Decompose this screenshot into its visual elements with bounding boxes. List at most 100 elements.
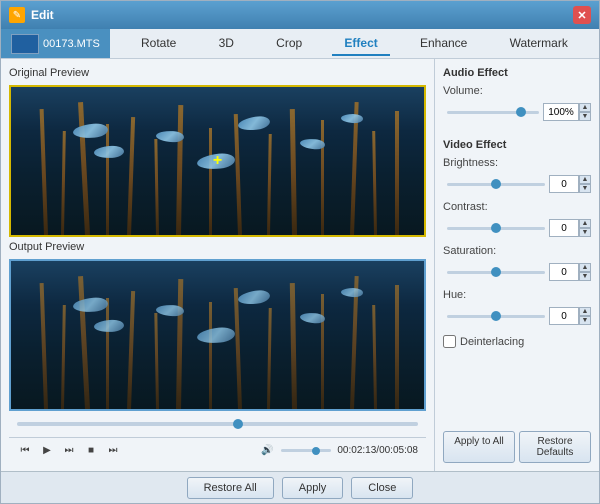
contrast-slider-thumb[interactable] bbox=[491, 223, 501, 233]
title-bar-left: ✎ Edit bbox=[9, 7, 54, 23]
right-bottom-buttons: Apply to All Restore Defaults bbox=[443, 423, 591, 463]
saturation-row: Saturation: bbox=[443, 245, 591, 257]
contrast-row: Contrast: bbox=[443, 201, 591, 213]
contrast-input-spin: ▲ ▼ bbox=[549, 219, 591, 237]
saturation-label: Saturation: bbox=[443, 245, 501, 257]
controls-bar: ⏮ ▶ ⏭ ■ ⏭ 🔊 00:02:13/00:05:08 bbox=[9, 437, 426, 463]
hue-slider-container: ▲ ▼ bbox=[443, 307, 591, 325]
contrast-spin-down[interactable]: ▼ bbox=[579, 228, 591, 237]
audio-effect-title: Audio Effect bbox=[443, 67, 591, 79]
volume-icon: 🔊 bbox=[259, 443, 275, 459]
hue-row: Hue: bbox=[443, 289, 591, 301]
saturation-input-spin: ▲ ▼ bbox=[549, 263, 591, 281]
go-start-button[interactable]: ⏮ bbox=[17, 443, 33, 459]
file-item: 00173.MTS bbox=[1, 29, 110, 58]
volume-thumb[interactable] bbox=[312, 447, 320, 455]
video-effect-title: Video Effect bbox=[443, 139, 591, 151]
go-end-button[interactable]: ⏭ bbox=[105, 443, 121, 459]
original-preview-label: Original Preview bbox=[9, 67, 426, 79]
contrast-slider[interactable] bbox=[447, 227, 545, 230]
restore-all-button[interactable]: Restore All bbox=[187, 477, 274, 499]
volume-track[interactable] bbox=[281, 449, 331, 452]
restore-defaults-button[interactable]: Restore Defaults bbox=[519, 431, 591, 463]
contrast-spin: ▲ ▼ bbox=[579, 219, 591, 237]
time-display: 00:02:13/00:05:08 bbox=[337, 445, 418, 456]
close-window-button[interactable]: ✕ bbox=[573, 6, 591, 24]
preview-panel: Original Preview bbox=[1, 59, 434, 471]
output-preview-label: Output Preview bbox=[9, 241, 426, 253]
hue-input-spin: ▲ ▼ bbox=[549, 307, 591, 325]
apply-to-all-button[interactable]: Apply to All bbox=[443, 431, 515, 463]
saturation-slider-container: ▲ ▼ bbox=[443, 263, 591, 281]
title-bar: ✎ Edit ✕ bbox=[1, 1, 599, 29]
volume-slider-thumb[interactable] bbox=[516, 107, 526, 117]
tab-enhance[interactable]: Enhance bbox=[408, 32, 479, 56]
contrast-label: Contrast: bbox=[443, 201, 501, 213]
tab-rotate[interactable]: Rotate bbox=[129, 32, 188, 56]
brightness-slider-thumb[interactable] bbox=[491, 179, 501, 189]
tab-crop[interactable]: Crop bbox=[264, 32, 314, 56]
deinterlacing-label: Deinterlacing bbox=[460, 336, 524, 348]
volume-slider-container: ▲ ▼ bbox=[443, 103, 591, 121]
hue-label: Hue: bbox=[443, 289, 501, 301]
file-thumbnail bbox=[11, 34, 39, 54]
brightness-slider[interactable] bbox=[447, 183, 545, 186]
deinterlacing-checkbox[interactable] bbox=[443, 335, 456, 348]
hue-slider[interactable] bbox=[447, 315, 545, 318]
timeline-track[interactable] bbox=[17, 422, 418, 426]
right-panel: Audio Effect Volume: ▲ ▼ Video Effect bbox=[434, 59, 599, 471]
output-preview bbox=[9, 259, 426, 411]
timeline-thumb[interactable] bbox=[233, 419, 243, 429]
hue-input[interactable] bbox=[549, 307, 579, 325]
contrast-input[interactable] bbox=[549, 219, 579, 237]
volume-input[interactable] bbox=[543, 103, 579, 121]
brightness-spin-up[interactable]: ▲ bbox=[579, 175, 591, 184]
crosshair: + bbox=[213, 152, 222, 170]
tab-effect[interactable]: Effect bbox=[332, 32, 389, 56]
saturation-input[interactable] bbox=[549, 263, 579, 281]
app-icon: ✎ bbox=[9, 7, 25, 23]
original-scene: + bbox=[11, 87, 424, 235]
file-name: 00173.MTS bbox=[43, 38, 100, 50]
tab-watermark[interactable]: Watermark bbox=[498, 32, 580, 56]
play-button[interactable]: ▶ bbox=[39, 443, 55, 459]
volume-slider[interactable] bbox=[447, 111, 539, 114]
hue-slider-thumb[interactable] bbox=[491, 311, 501, 321]
brightness-input-spin: ▲ ▼ bbox=[549, 175, 591, 193]
close-button[interactable]: Close bbox=[351, 477, 413, 499]
apply-button[interactable]: Apply bbox=[282, 477, 344, 499]
deinterlacing-row: Deinterlacing bbox=[443, 335, 591, 348]
edit-window: ✎ Edit ✕ 00173.MTS Rotate 3D Crop Effect… bbox=[0, 0, 600, 504]
brightness-spin-down[interactable]: ▼ bbox=[579, 184, 591, 193]
saturation-slider[interactable] bbox=[447, 271, 545, 274]
step-forward-button[interactable]: ⏭ bbox=[61, 443, 77, 459]
brightness-label: Brightness: bbox=[443, 157, 501, 169]
volume-spin-up[interactable]: ▲ bbox=[579, 103, 591, 112]
saturation-slider-thumb[interactable] bbox=[491, 267, 501, 277]
bottom-bar: Restore All Apply Close bbox=[1, 471, 599, 503]
tab-bar: 00173.MTS Rotate 3D Crop Effect Enhance … bbox=[1, 29, 599, 59]
volume-row: Volume: bbox=[443, 85, 591, 97]
contrast-slider-container: ▲ ▼ bbox=[443, 219, 591, 237]
hue-spin-up[interactable]: ▲ bbox=[579, 307, 591, 316]
contrast-spin-up[interactable]: ▲ bbox=[579, 219, 591, 228]
hue-spin-down[interactable]: ▼ bbox=[579, 316, 591, 325]
volume-label: Volume: bbox=[443, 85, 501, 97]
saturation-spin: ▲ ▼ bbox=[579, 263, 591, 281]
volume-spin: ▲ ▼ bbox=[579, 103, 591, 121]
hue-spin: ▲ ▼ bbox=[579, 307, 591, 325]
saturation-spin-down[interactable]: ▼ bbox=[579, 272, 591, 281]
tab-3d[interactable]: 3D bbox=[207, 32, 246, 56]
timeline-bar bbox=[17, 415, 418, 433]
volume-input-spin: ▲ ▼ bbox=[543, 103, 591, 121]
main-content: Original Preview bbox=[1, 59, 599, 471]
brightness-slider-container: ▲ ▼ bbox=[443, 175, 591, 193]
tabs: Rotate 3D Crop Effect Enhance Watermark bbox=[110, 32, 599, 56]
saturation-spin-up[interactable]: ▲ bbox=[579, 263, 591, 272]
brightness-row: Brightness: bbox=[443, 157, 591, 169]
stop-button[interactable]: ■ bbox=[83, 443, 99, 459]
brightness-input[interactable] bbox=[549, 175, 579, 193]
volume-spin-down[interactable]: ▼ bbox=[579, 112, 591, 121]
output-scene bbox=[11, 261, 424, 409]
original-preview: + bbox=[9, 85, 426, 237]
